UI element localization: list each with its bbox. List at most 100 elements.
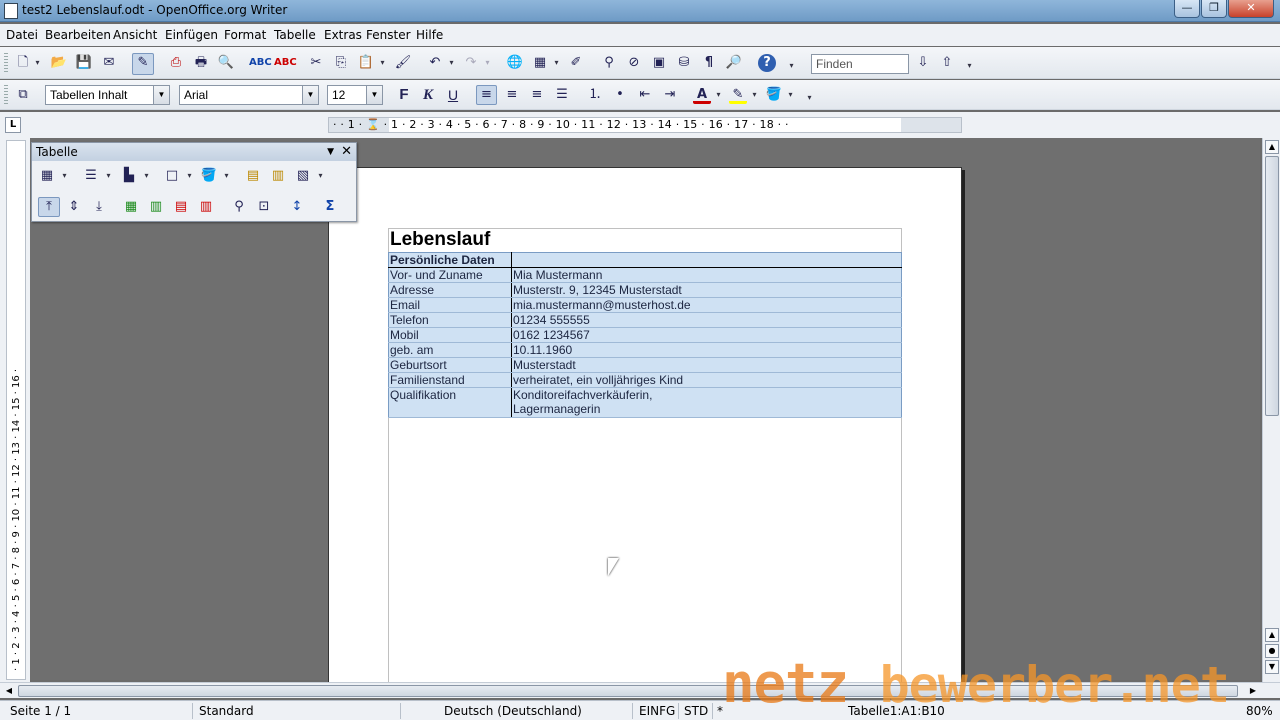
row-label[interactable] (388, 402, 512, 418)
chevron-down-icon[interactable]: ▼ (366, 86, 382, 104)
table-row[interactable]: Adresse Musterstr. 9, 12345 Musterstadt (388, 282, 902, 298)
highlighting-dropdown-icon[interactable]: ▾ (751, 86, 758, 104)
chevron-down-icon[interactable]: ▼ (153, 86, 169, 104)
paste-icon[interactable]: 📋 (357, 54, 375, 72)
select-table-icon[interactable]: ⚲ (230, 198, 248, 216)
table-header-row[interactable]: Persönliche Daten (388, 252, 902, 268)
row-value[interactable]: Konditoreifachverkäuferin, (511, 387, 902, 403)
table-toolbar-title[interactable]: Tabelle (32, 143, 356, 161)
border-color-icon[interactable]: ▙ (120, 167, 138, 185)
redo-icon[interactable]: ↷ (462, 54, 480, 72)
row-value[interactable]: Musterstr. 9, 12345 Musterstadt (511, 282, 902, 298)
undo-dropdown-icon[interactable]: ▾ (448, 54, 455, 72)
find-next-icon[interactable]: ⇩ (914, 54, 932, 72)
draw-functions-icon[interactable]: ✐ (567, 54, 585, 72)
row-label[interactable]: Telefon (388, 312, 512, 328)
menu-hilfe[interactable]: Hilfe (416, 28, 443, 42)
delete-rows-icon[interactable]: ▤ (172, 198, 190, 216)
export-pdf-icon[interactable]: ⎙ (167, 54, 185, 72)
borders-dropdown-icon[interactable]: ▾ (186, 167, 193, 185)
menu-extras[interactable]: Extras (324, 28, 362, 42)
background-color-icon[interactable]: 🪣 (200, 167, 218, 185)
navigator-icon[interactable]: ⊘ (625, 54, 643, 72)
line-style-icon[interactable]: ☰ (82, 167, 100, 185)
align-center-vertical-icon[interactable]: ⇕ (65, 198, 83, 216)
table-row[interactable]: Geburtsort Musterstadt (388, 357, 902, 373)
row-label[interactable]: Email (388, 297, 512, 313)
page-style[interactable]: Standard (199, 704, 254, 718)
document-title[interactable]: Lebenslauf (390, 229, 490, 251)
row-value[interactable]: 01234 555555 (511, 312, 902, 328)
toolbar-grip[interactable] (4, 85, 8, 105)
split-cells-icon[interactable]: ▥ (269, 167, 287, 185)
row-value[interactable]: Mia Mustermann (511, 267, 902, 283)
background-color-dropdown-icon[interactable]: ▾ (223, 167, 230, 185)
new-dropdown-icon[interactable]: ▾ (34, 54, 41, 72)
spellcheck-icon[interactable]: ABC (249, 54, 272, 72)
decrease-indent-icon[interactable]: ⇤ (636, 86, 654, 104)
edit-mode-icon[interactable]: ✎ (132, 53, 154, 75)
hyperlink-icon[interactable]: 🌐 (506, 54, 524, 72)
find-previous-icon[interactable]: ⇧ (938, 54, 956, 72)
formatting-marks-icon[interactable]: ¶ (700, 54, 718, 72)
save-icon[interactable]: 💾 (75, 54, 93, 72)
row-value[interactable]: verheiratet, ein volljähriges Kind (511, 372, 902, 388)
language-indicator[interactable]: Deutsch (Deutschland) (444, 704, 582, 718)
table-row[interactable]: Email mia.mustermann@musterhost.de (388, 297, 902, 313)
tab-stop-type-icon[interactable]: L (5, 117, 21, 133)
row-label[interactable]: Qualifikation (388, 387, 512, 403)
table-dropdown-icon[interactable]: ▾ (553, 54, 560, 72)
print-icon[interactable]: 🖶 (192, 54, 210, 72)
align-left-icon[interactable]: ≡ (476, 85, 497, 105)
vertical-scrollbar[interactable]: ▲ ▲ ● ▼ (1262, 138, 1280, 682)
optimize-size-icon[interactable]: ⊡ (255, 198, 273, 216)
table-row[interactable]: Mobil 0162 1234567 (388, 327, 902, 343)
print-preview-icon[interactable]: 🔍 (217, 54, 235, 72)
personal-data-table[interactable]: Persönliche Daten Vor- und Zuname Mia Mus… (388, 252, 902, 418)
justify-icon[interactable]: ☰ (553, 86, 571, 104)
font-name-select[interactable]: Arial ▼ (179, 85, 319, 105)
close-button[interactable]: ✕ (1228, 0, 1274, 18)
menu-bearbeiten[interactable]: Bearbeiten (45, 28, 111, 42)
vertical-ruler[interactable]: · 1 · 2 · 3 · 4 · 5 · 6 · 7 · 8 · 9 · 10… (6, 140, 26, 680)
bold-button[interactable]: F (395, 86, 413, 104)
background-color-icon[interactable]: 🪣 (765, 86, 783, 104)
menu-einfuegen[interactable]: Einfügen (165, 28, 218, 42)
open-icon[interactable]: 📂 (50, 54, 68, 72)
insert-table-icon[interactable]: ▦ (38, 167, 56, 185)
row-label[interactable]: Familienstand (388, 372, 512, 388)
table-row[interactable]: Lagermanagerin (388, 402, 902, 418)
redo-dropdown-icon[interactable]: ▾ (484, 54, 491, 72)
row-label[interactable]: Geburtsort (388, 357, 512, 373)
toolbar-grip[interactable] (4, 53, 8, 73)
toolbar-menu-icon[interactable]: ▼ (327, 143, 334, 161)
scroll-right-icon[interactable]: ▶ (1246, 684, 1260, 697)
align-center-icon[interactable]: ≡ (503, 86, 521, 104)
menu-format[interactable]: Format (224, 28, 266, 42)
menu-datei[interactable]: Datei (6, 28, 38, 42)
format-paintbrush-icon[interactable]: 🖌 (394, 54, 412, 72)
scroll-up-icon[interactable]: ▲ (1265, 628, 1279, 642)
styles-formatting-icon[interactable]: ⧉ (14, 86, 32, 104)
table-row[interactable]: Qualifikation Konditoreifachverkäuferin, (388, 387, 902, 403)
minimize-button[interactable]: — (1174, 0, 1200, 18)
numbering-icon[interactable]: ⒈ (586, 86, 604, 104)
borders-icon[interactable]: □ (163, 167, 181, 185)
copy-icon[interactable]: ⎘ (332, 54, 350, 72)
menu-tabelle[interactable]: Tabelle (274, 28, 316, 42)
zoom-level[interactable]: 80% (1246, 704, 1273, 718)
italic-button[interactable]: K (419, 86, 437, 104)
autospellcheck-icon[interactable]: ABC (274, 54, 297, 72)
align-bottom-icon[interactable]: ⤓ (90, 198, 108, 216)
scroll-left-icon[interactable]: ◀ (2, 684, 16, 697)
data-sources-icon[interactable]: ⛁ (675, 54, 693, 72)
highlighting-icon[interactable]: ✎ (729, 86, 747, 104)
underline-button[interactable]: U (444, 86, 462, 104)
increase-indent-icon[interactable]: ⇥ (661, 86, 679, 104)
table-row[interactable]: Vor- und Zuname Mia Mustermann (388, 267, 902, 283)
sum-icon[interactable]: Σ (321, 198, 339, 216)
toolbar-overflow-icon[interactable]: ▾ (806, 89, 813, 107)
toolbar-overflow-icon[interactable]: ▾ (788, 57, 795, 75)
help-icon[interactable]: ? (758, 54, 776, 72)
align-right-icon[interactable]: ≡ (528, 86, 546, 104)
